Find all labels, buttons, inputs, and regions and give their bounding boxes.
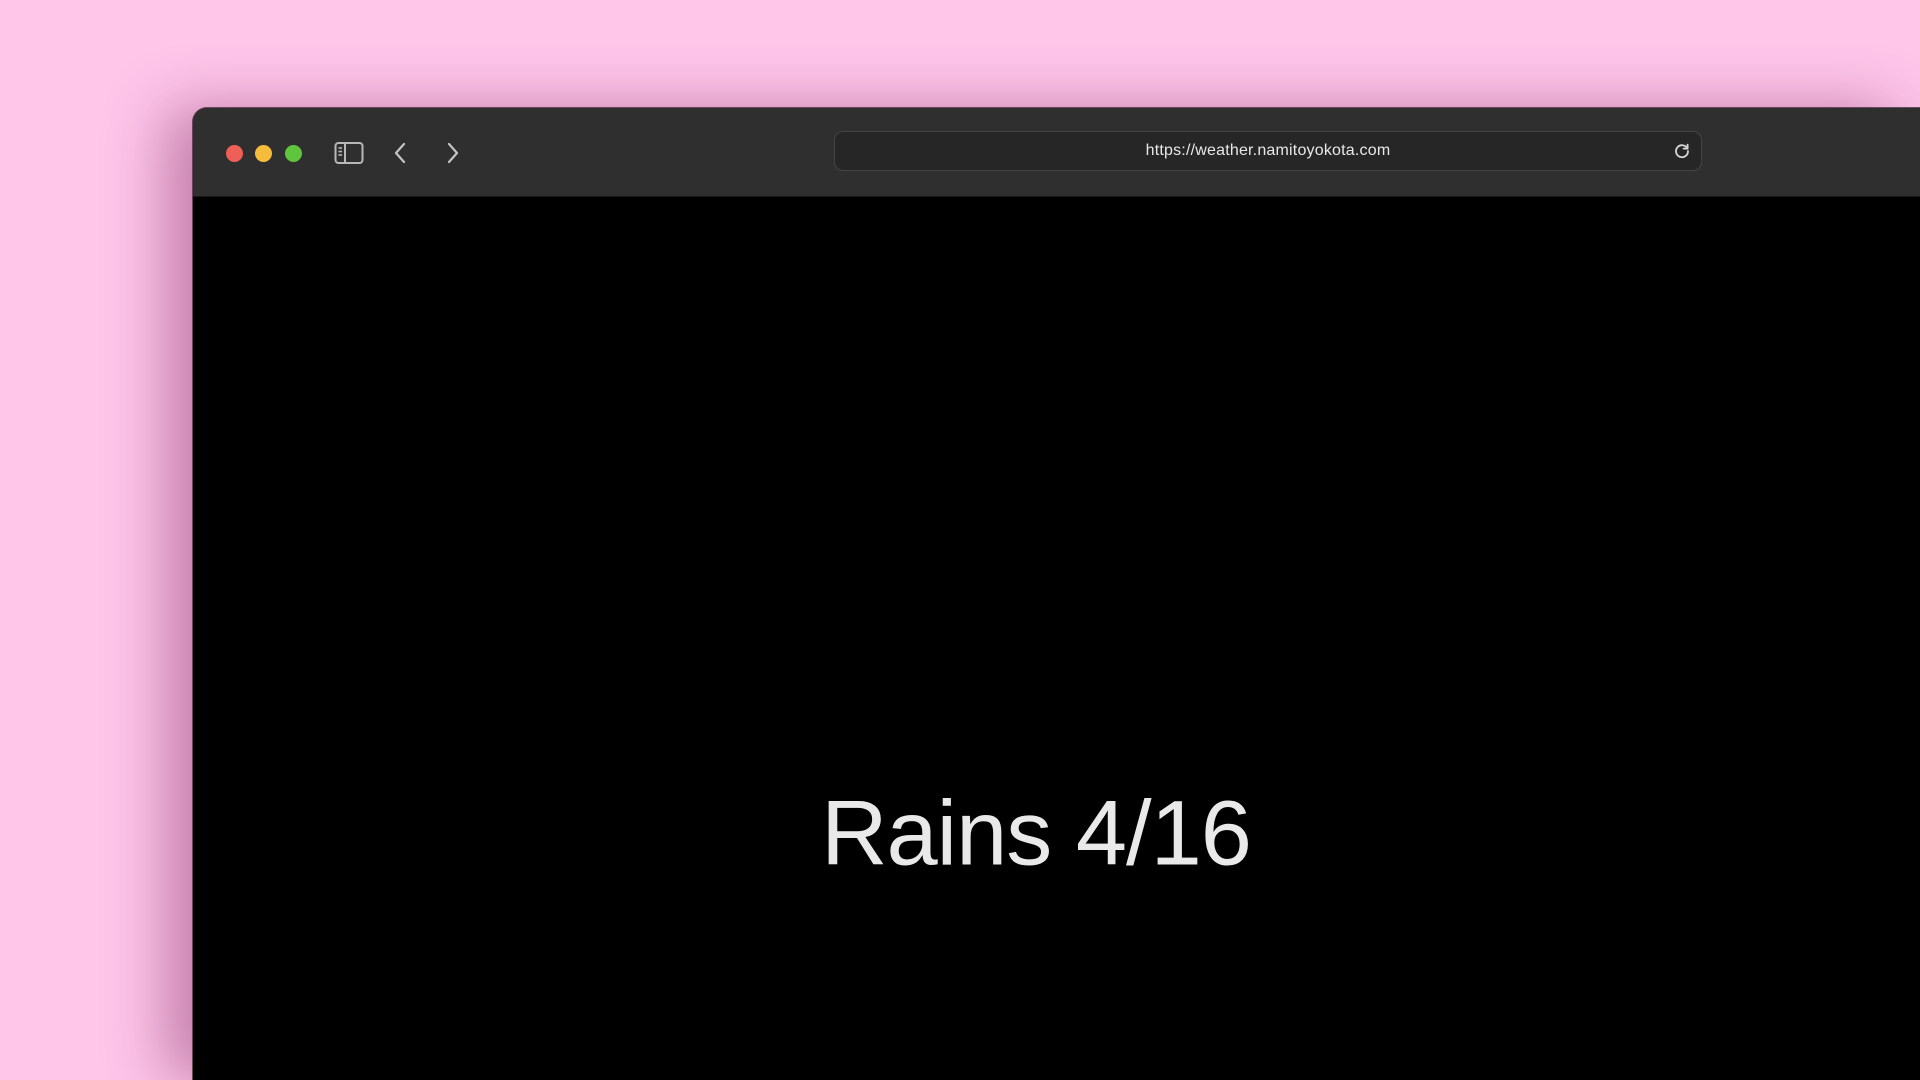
close-window-button[interactable] [226, 145, 243, 162]
back-button[interactable] [382, 136, 418, 170]
chevron-left-icon [392, 141, 408, 165]
url-text[interactable]: https://weather.namitoyokota.com [835, 132, 1701, 170]
browser-toolbar: https://weather.namitoyokota.com [193, 108, 1920, 197]
forward-button[interactable] [435, 136, 471, 170]
maximize-window-button[interactable] [285, 145, 302, 162]
chevron-right-icon [445, 141, 461, 165]
page-content: Rains 4/16 [193, 197, 1920, 1080]
address-bar[interactable]: https://weather.namitoyokota.com [834, 131, 1702, 171]
browser-window: https://weather.namitoyokota.com Rains 4… [193, 108, 1920, 1080]
minimize-window-button[interactable] [255, 145, 272, 162]
reload-icon[interactable] [1673, 142, 1691, 160]
weather-headline: Rains 4/16 [821, 782, 1252, 885]
sidebar-toggle-button[interactable] [331, 136, 367, 170]
sidebar-icon [334, 141, 364, 165]
desktop-background: https://weather.namitoyokota.com Rains 4… [0, 0, 1920, 1080]
